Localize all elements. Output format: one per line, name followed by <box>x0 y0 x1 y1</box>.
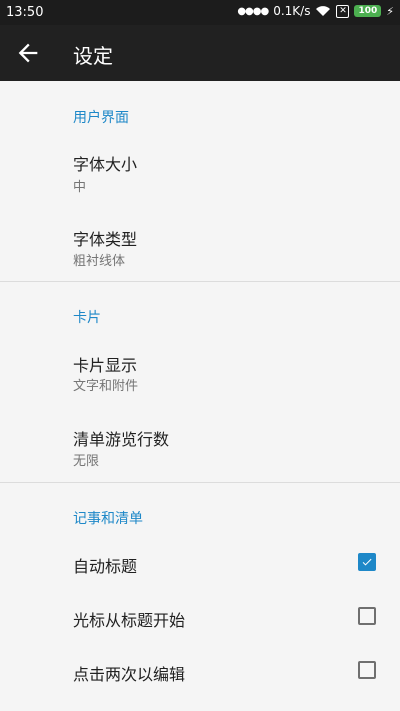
setting-value: 文字和附件 <box>73 379 139 394</box>
setting-title: 自动标题 <box>73 557 138 576</box>
setting-list-lines[interactable]: 清单游览行数 无限 <box>0 411 400 481</box>
status-time: 13:50 <box>6 5 44 20</box>
signal-dots-icon: ●●●● <box>237 5 269 17</box>
setting-card-display[interactable]: 卡片显示 文字和附件 <box>0 337 400 407</box>
setting-value: 粗衬线体 <box>73 254 126 269</box>
setting-title: 字体大小 <box>73 155 138 174</box>
no-sim-icon: ✕ <box>336 4 350 18</box>
check-icon <box>362 558 372 566</box>
cursor-title-checkbox[interactable] <box>358 607 376 625</box>
back-arrow-icon[interactable] <box>14 39 42 67</box>
setting-auto-title[interactable]: 自动标题 <box>0 537 400 587</box>
app-bar: 设定 <box>0 25 400 81</box>
section-divider <box>0 482 400 483</box>
battery-icon: 100 <box>354 5 382 17</box>
setting-value: 无限 <box>73 454 100 469</box>
section-header-cards: 卡片 <box>73 310 101 326</box>
setting-font-size[interactable]: 字体大小 中 <box>0 137 400 207</box>
page-title: 设定 <box>73 44 113 68</box>
setting-title: 字体类型 <box>73 230 138 249</box>
setting-title: 点击两次以编辑 <box>73 665 186 684</box>
section-header-notes: 记事和清单 <box>73 511 143 527</box>
setting-title: 光标从标题开始 <box>73 611 186 630</box>
wifi-icon <box>316 6 331 16</box>
net-speed: 0.1K/s <box>273 4 311 18</box>
setting-title: 清单游览行数 <box>73 430 170 449</box>
auto-title-checkbox[interactable] <box>358 553 376 571</box>
setting-title: 卡片显示 <box>73 356 138 375</box>
status-icons: ●●●● 0.1K/s ✕ 100 ⚡ <box>237 4 394 18</box>
double-tap-checkbox[interactable] <box>358 661 376 679</box>
setting-value: 中 <box>73 180 87 195</box>
charging-icon: ⚡ <box>386 4 394 18</box>
section-header-ui: 用户界面 <box>73 110 129 126</box>
setting-double-tap[interactable]: 点击两次以编辑 <box>0 645 400 695</box>
setting-font-type[interactable]: 字体类型 粗衬线体 <box>0 211 400 281</box>
status-bar: 13:50 ●●●● 0.1K/s ✕ 100 ⚡ <box>0 0 400 25</box>
section-divider <box>0 281 400 282</box>
setting-cursor-title[interactable]: 光标从标题开始 <box>0 591 400 641</box>
